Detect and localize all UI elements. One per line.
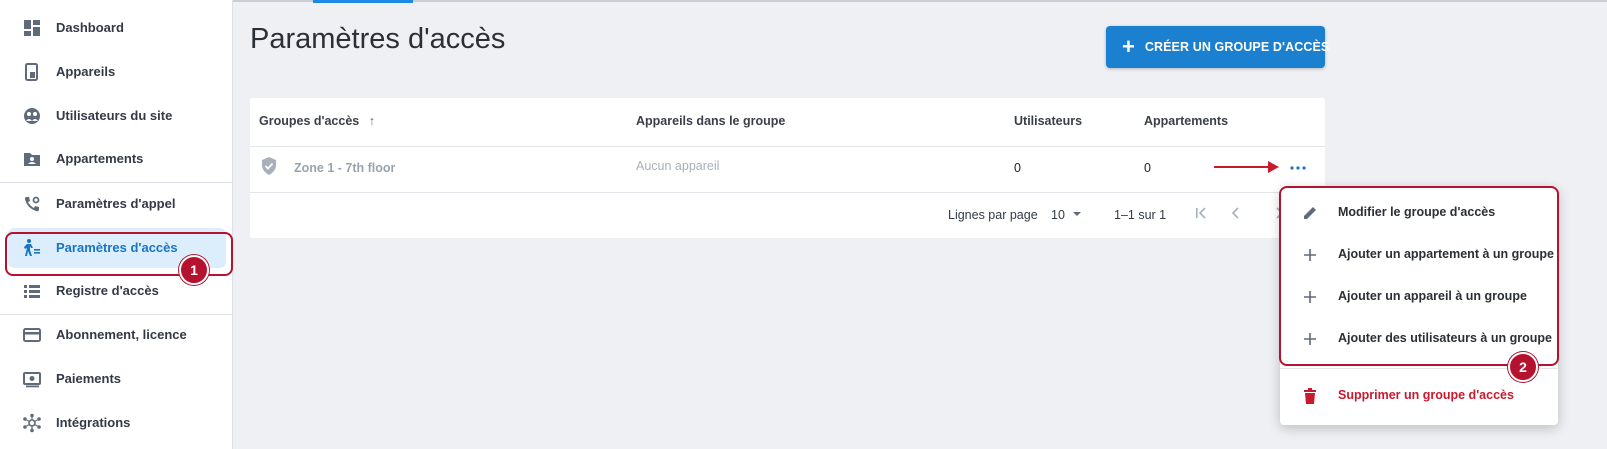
annotation-badge-2: 2 [1508, 352, 1538, 382]
users-icon [22, 106, 42, 126]
users-count: 0 [1014, 161, 1021, 175]
integrations-icon [22, 413, 42, 433]
column-header-label: Groupes d'accès [259, 114, 360, 128]
create-access-group-label: CRÉER UN GROUPE D'ACCÈS [1144, 40, 1330, 54]
column-header-apartments: Appartements [1144, 114, 1229, 128]
rows-per-page-label: Lignes par page [948, 208, 1038, 222]
pagination-range: 1–1 sur 1 [1114, 208, 1167, 222]
top-strip [233, 0, 1607, 3]
sidebar-divider [0, 182, 233, 183]
access-log-icon [22, 281, 42, 301]
shield-icon [260, 156, 278, 181]
group-name[interactable]: Zone 1 - 7th floor [294, 161, 395, 175]
annotation-arrow [1214, 166, 1272, 168]
sidebar-item-label: Utilisateurs du site [56, 108, 173, 123]
rows-per-page-select[interactable]: 10 [1051, 208, 1082, 222]
sidebar-item-label: Appartements [56, 151, 144, 166]
access-groups-table: Groupes d'accès ↑ Appareils dans le grou… [250, 98, 1325, 238]
column-header-users: Utilisateurs [1014, 114, 1083, 128]
subscription-icon [22, 325, 42, 345]
sidebar-item-appartements[interactable]: Appartements [8, 139, 226, 179]
previous-page-icon[interactable] [1227, 204, 1245, 222]
call-settings-icon [22, 194, 42, 214]
sidebar-item-label: Intégrations [56, 415, 131, 430]
sidebar-item-parametres-appel[interactable]: Paramètres d'appel [8, 184, 226, 224]
page-title: Paramètres d'accès [250, 23, 506, 55]
chevron-down-icon [1073, 212, 1082, 216]
menu-item-label: Supprimer un groupe d'accès [1338, 388, 1514, 402]
sidebar-item-appareils[interactable]: Appareils [8, 52, 226, 92]
sidebar-item-label: Abonnement, licence [56, 327, 187, 342]
header-divider [250, 146, 1325, 147]
sidebar-item-utilisateurs[interactable]: Utilisateurs du site [8, 96, 226, 136]
column-header-groups[interactable]: Groupes d'accès ↑ [259, 114, 375, 128]
payments-icon [22, 369, 42, 389]
devices-cell: Aucun appareil [636, 159, 720, 173]
sidebar-item-label: Paramètres d'appel [56, 196, 176, 211]
create-access-group-button[interactable]: + CRÉER UN GROUPE D'ACCÈS [1106, 26, 1329, 68]
sidebar-item-integrations[interactable]: Intégrations [8, 403, 226, 443]
plus-icon: + [1122, 34, 1135, 59]
sidebar: Dashboard Appareils Utilisateurs du site… [0, 0, 233, 449]
more-actions-icon[interactable] [1288, 158, 1308, 178]
apartments-count: 0 [1144, 161, 1151, 175]
sidebar-item-paiements[interactable]: Paiements [8, 359, 226, 399]
annotation-highlight-2 [1279, 186, 1559, 366]
sidebar-item-dashboard[interactable]: Dashboard [8, 8, 226, 48]
menu-item-delete-group[interactable]: Supprimer un groupe d'accès [1280, 375, 1558, 417]
first-page-icon[interactable] [1192, 204, 1210, 222]
rows-per-page-value: 10 [1051, 208, 1065, 222]
sidebar-item-abonnement[interactable]: Abonnement, licence [8, 315, 226, 355]
sidebar-item-label: Dashboard [56, 20, 124, 35]
annotation-badge-1: 1 [179, 255, 209, 285]
annotation-arrow-head [1268, 161, 1279, 173]
sidebar-item-label: Paiements [56, 371, 122, 386]
row-divider [250, 192, 1325, 193]
column-header-devices: Appareils dans le groupe [636, 114, 786, 128]
sort-arrow-icon[interactable]: ↑ [369, 114, 375, 128]
device-icon [22, 62, 42, 82]
sidebar-item-label: Registre d'accès [56, 283, 159, 298]
trash-icon [1300, 386, 1320, 406]
sidebar-item-label: Appareils [56, 64, 116, 79]
apartment-icon [22, 149, 42, 169]
top-strip-accent [313, 0, 413, 3]
dashboard-icon [22, 18, 42, 38]
